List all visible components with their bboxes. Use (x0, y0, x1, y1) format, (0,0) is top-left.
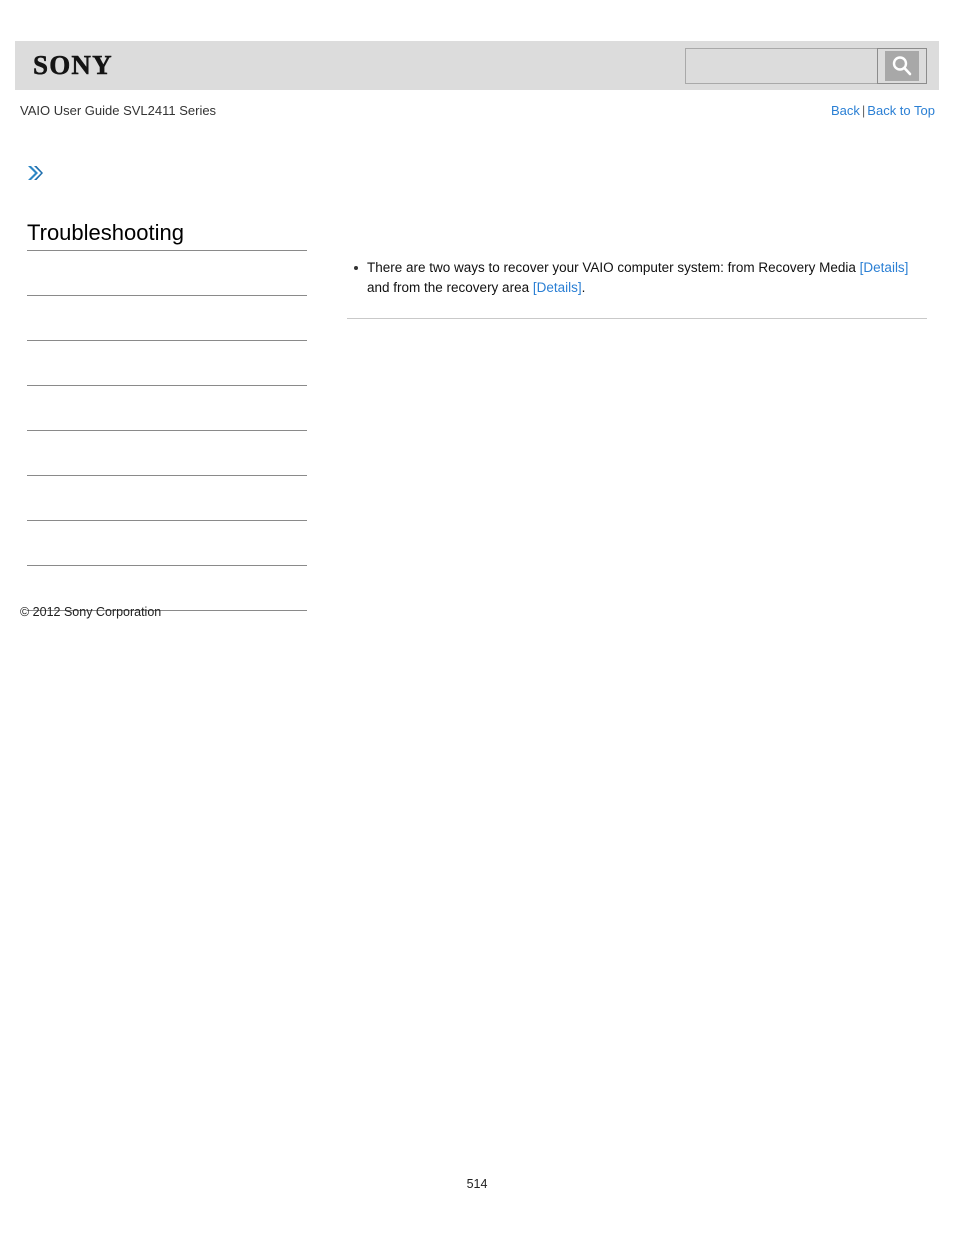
details-link-1[interactable]: [Details] (860, 260, 909, 275)
sidebar-list (27, 251, 307, 611)
guide-title: VAIO User Guide SVL2411 Series (20, 103, 217, 118)
nav-links: Back | Back to Top (831, 101, 935, 121)
sony-logo: SONY (33, 50, 113, 81)
sidebar-item-2[interactable] (27, 341, 307, 386)
page-title: Troubleshooting (27, 218, 307, 251)
sidebar-item-6[interactable] (27, 521, 307, 566)
sidebar-item-3[interactable] (27, 386, 307, 431)
page-number: 514 (466, 1177, 488, 1191)
bullet-text-mid: and from the recovery area (367, 280, 533, 295)
list-item: There are two ways to recover your VAIO … (347, 258, 927, 298)
back-to-top-link[interactable]: Back to Top (867, 103, 935, 118)
search-input[interactable] (685, 48, 877, 84)
details-link-2[interactable]: [Details] (533, 280, 582, 295)
search-area (685, 48, 927, 84)
search-button[interactable] (877, 48, 927, 84)
bullet-text-lead: There are two ways to recover your VAIO … (367, 260, 860, 275)
sidebar-item-4[interactable] (27, 431, 307, 476)
back-link[interactable]: Back (831, 103, 860, 118)
content-divider (347, 318, 927, 319)
sidebar-item-5[interactable] (27, 476, 307, 521)
sidebar: Troubleshooting (27, 218, 307, 611)
search-icon (885, 51, 919, 81)
copyright-text: © 2012 Sony Corporation (20, 605, 162, 619)
header-band: SONY (15, 41, 939, 90)
sidebar-item-0[interactable] (27, 251, 307, 296)
double-chevron-right-icon[interactable] (25, 163, 45, 183)
content-bullet-list: There are two ways to recover your VAIO … (347, 258, 927, 298)
bullet-text-end: . (581, 280, 586, 295)
subheader: VAIO User Guide SVL2411 Series Back | Back… (20, 101, 935, 121)
sidebar-item-1[interactable] (27, 296, 307, 341)
main-content: There are two ways to recover your VAIO … (347, 258, 927, 319)
